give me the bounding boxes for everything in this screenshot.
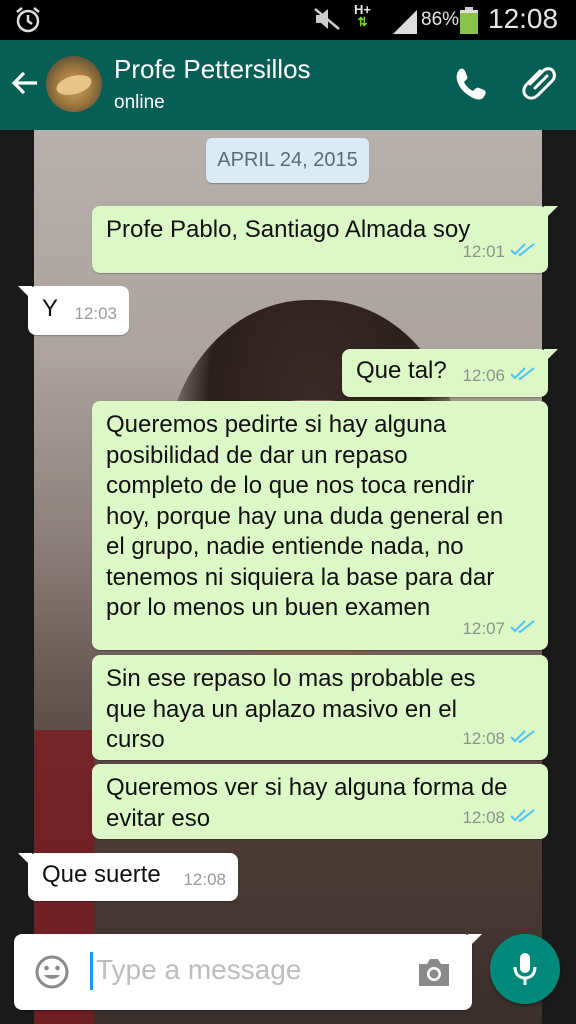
- status-bar: H+ ⇅ 86% 12:08: [0, 0, 576, 40]
- message-input[interactable]: Type a message: [96, 954, 301, 986]
- data-arrows-icon: ⇅: [357, 15, 368, 29]
- read-ticks-icon: [510, 237, 536, 268]
- status-time: 12:08: [488, 3, 559, 34]
- message-meta: 12:03: [74, 299, 117, 330]
- read-ticks-icon: [510, 724, 536, 755]
- read-ticks-icon: [510, 361, 536, 392]
- message-time: 12:08: [462, 807, 505, 827]
- mute-icon: [313, 7, 341, 36]
- avatar[interactable]: [46, 56, 102, 112]
- back-arrow-icon[interactable]: [10, 68, 40, 103]
- message-meta: 12:07: [462, 614, 536, 645]
- signal-icon: [391, 8, 419, 39]
- message-text: Queremos pedirte si hay alguna posibilid…: [106, 411, 504, 621]
- read-ticks-icon: [510, 614, 536, 645]
- mic-button[interactable]: [490, 934, 560, 1004]
- attach-icon[interactable]: [522, 64, 558, 107]
- message-time: 12:06: [462, 365, 505, 385]
- message-meta: 12:08: [462, 803, 536, 834]
- camera-icon[interactable]: [416, 956, 452, 993]
- message-time: 12:08: [183, 869, 226, 889]
- text-cursor: [90, 952, 93, 990]
- contact-status: online: [114, 92, 165, 113]
- network-type: H+ ⇅: [354, 3, 371, 29]
- message-time: 12:07: [462, 618, 505, 638]
- message-meta: 12:06: [462, 361, 536, 392]
- message-time: 12:01: [462, 241, 505, 261]
- message-meta: 12:01: [462, 237, 536, 268]
- message-outgoing[interactable]: Queremos ver si hay alguna forma de evit…: [92, 764, 548, 839]
- phone-icon[interactable]: [454, 66, 486, 105]
- message-outgoing[interactable]: Que tal? 12:06: [342, 349, 548, 397]
- message-time: 12:08: [462, 728, 505, 748]
- message-time: 12:03: [74, 303, 117, 323]
- message-list[interactable]: APRIL 24, 2015 Profe Pablo, Santiago Alm…: [0, 130, 576, 1024]
- date-divider: APRIL 24, 2015: [206, 138, 369, 183]
- emoji-icon[interactable]: [34, 954, 70, 995]
- message-meta: 12:08: [462, 724, 536, 755]
- battery-percent: 86%: [421, 9, 460, 30]
- battery-icon: [459, 7, 479, 40]
- contact-name[interactable]: Profe Pettersillos: [114, 54, 311, 85]
- message-outgoing[interactable]: Sin ese repaso lo mas probable es que ha…: [92, 655, 548, 760]
- message-incoming[interactable]: Que suerte 12:08: [28, 853, 238, 901]
- chat-header: Profe Pettersillos online: [0, 40, 576, 130]
- alarm-icon: [14, 6, 42, 39]
- message-outgoing[interactable]: Queremos pedirte si hay alguna posibilid…: [92, 401, 548, 650]
- read-ticks-icon: [510, 803, 536, 834]
- message-composer[interactable]: Type a message: [14, 934, 472, 1010]
- message-meta: 12:08: [183, 865, 226, 896]
- message-outgoing[interactable]: Profe Pablo, Santiago Almada soy 12:01: [92, 206, 548, 273]
- message-incoming[interactable]: Y 12:03: [28, 286, 129, 335]
